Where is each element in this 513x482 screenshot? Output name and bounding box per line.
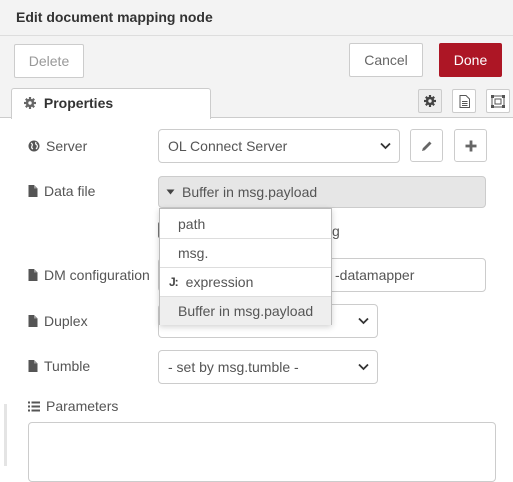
data-file-label: Data file [28,183,95,199]
data-file-typed-input[interactable]: Buffer in msg.payload [158,176,486,208]
dialog-title: Edit document mapping node [16,9,213,25]
tab-settings[interactable] [418,89,442,113]
parameters-label: Parameters [28,398,118,414]
menu-item-path[interactable]: path [160,209,331,238]
done-button[interactable]: Done [439,43,502,77]
gear-icon [424,95,436,107]
gear-icon [24,97,36,109]
cancel-button[interactable]: Cancel [349,43,423,77]
server-select[interactable]: OL Connect Server [158,129,400,163]
tab-properties[interactable]: Properties [11,88,211,119]
list-icon [28,401,40,411]
chevron-down-icon [358,317,369,325]
delete-button[interactable]: Delete [14,44,84,78]
pencil-icon [421,141,431,151]
chevron-down-icon [380,142,391,150]
dm-configuration-label: DM configuration [28,267,150,283]
js-expression-icon: J: [169,275,179,289]
menu-item-msg[interactable]: msg. [160,238,331,267]
parameters-list[interactable] [28,422,496,482]
dialog-titlebar: Edit document mapping node [0,0,513,36]
server-label: Server [28,138,87,154]
tab-appearance[interactable] [486,89,510,113]
file-icon [28,315,38,327]
data-file-value: Buffer in msg.payload [182,184,318,200]
caret-down-icon [166,189,175,195]
add-server-button[interactable] [454,129,487,162]
layout-icon [491,94,505,108]
file-icon [28,185,38,197]
file-icon [28,269,38,281]
scrollbar[interactable] [4,404,7,466]
data-file-option-text: g [332,223,340,239]
tumble-select[interactable]: - set by msg.tumble - [158,350,378,384]
type-dropdown-menu: path msg. J: expression Buffer in msg.pa… [159,208,332,325]
tumble-select-value: - set by msg.tumble - [168,359,299,375]
tumble-label: Tumble [28,358,90,374]
chevron-down-icon [358,363,369,371]
plus-icon [465,140,476,151]
menu-item-expression[interactable]: J: expression [160,267,331,296]
server-select-value: OL Connect Server [168,138,288,154]
globe-icon [28,140,40,152]
menu-item-buffer[interactable]: Buffer in msg.payload [160,296,331,325]
dm-configuration-value: -datamapper [335,267,415,283]
duplex-label: Duplex [28,313,88,329]
tab-description[interactable] [452,89,476,113]
edit-server-button[interactable] [410,129,443,162]
file-text-icon [459,94,470,108]
file-icon [28,360,38,372]
tab-properties-label: Properties [43,95,114,111]
